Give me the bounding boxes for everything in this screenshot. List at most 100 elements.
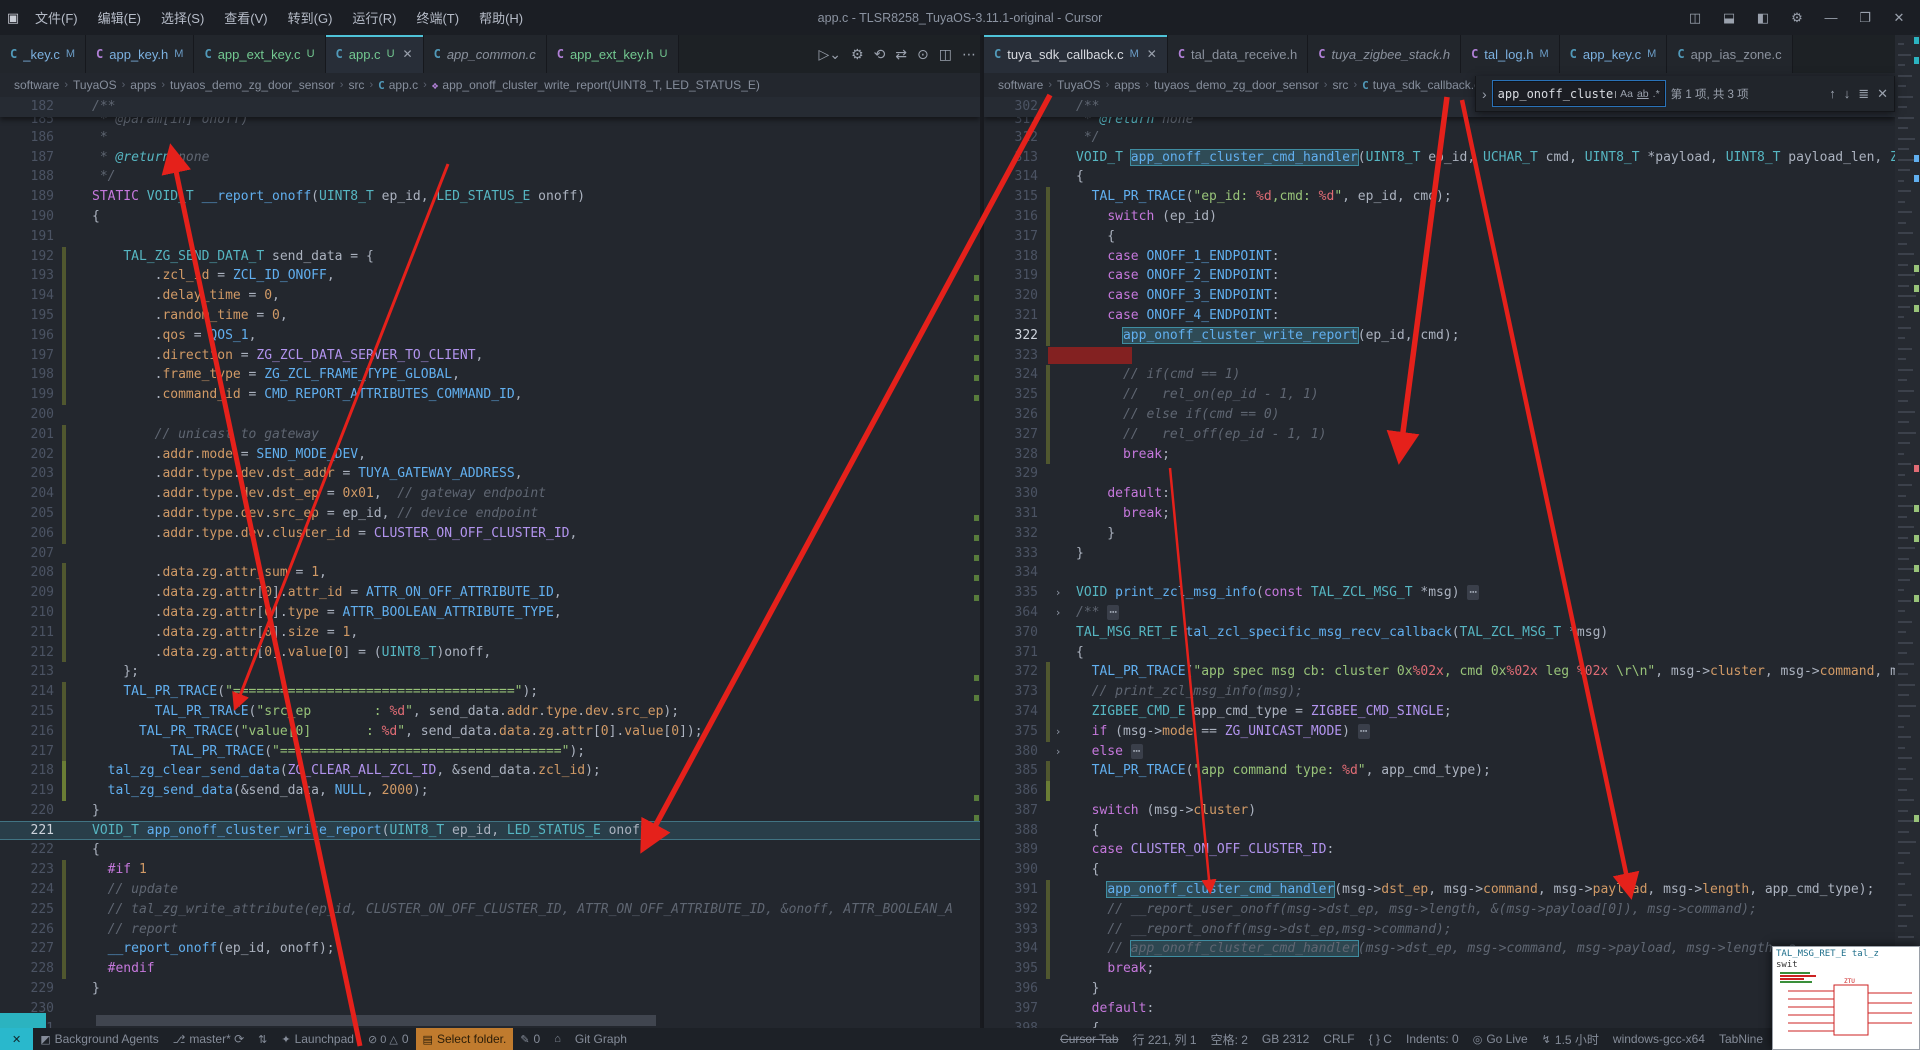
code-line-207[interactable]: 207 bbox=[0, 544, 980, 564]
previous-match-icon[interactable]: ↑ bbox=[1829, 86, 1836, 102]
code-line-226[interactable]: 226 // report bbox=[0, 919, 980, 940]
code-line-208[interactable]: 208 .data.zg.attr_sum = 1, bbox=[0, 563, 980, 584]
code-line-195[interactable]: 195 .random_time = 0, bbox=[0, 305, 980, 326]
status-item-indents-0[interactable]: Indents: 0 bbox=[1399, 1028, 1466, 1050]
code-line-218[interactable]: 218 tal_zg_clear_send_data(ZG_CLEAR_ALL_… bbox=[0, 761, 980, 782]
code-line-371[interactable]: 371 { bbox=[984, 643, 1895, 663]
code-line-316[interactable]: 316 switch (ep_id) bbox=[984, 206, 1895, 227]
code-line-191[interactable]: 191 bbox=[0, 227, 980, 247]
fold-chevron-icon[interactable]: › bbox=[1050, 742, 1066, 762]
code-line-332[interactable]: 332 } bbox=[984, 524, 1895, 544]
left-code-area[interactable]: 182/** 185 * @param[in] onoff) 186 * 187 * … bbox=[0, 97, 980, 1028]
code-line-330[interactable]: 330 default: bbox=[984, 484, 1895, 504]
code-line-389[interactable]: 389 case CLUSTER_ON_OFF_CLUSTER_ID: bbox=[984, 840, 1895, 860]
code-line-215[interactable]: 215 TAL_PR_TRACE("src_ep : %d", send_dat… bbox=[0, 701, 980, 722]
tab-app_ext_key.h[interactable]: Capp_ext_key.h U bbox=[546, 35, 679, 73]
right-code-area[interactable]: 302/** 311 * @return none 312 */313 VOID_T … bbox=[984, 97, 1895, 1028]
code-line-318[interactable]: 318 case ONOFF_1_ENDPOINT: bbox=[984, 246, 1895, 267]
breadcrumb-item[interactable]: software bbox=[998, 78, 1043, 92]
window-control-icon[interactable]: ✕ bbox=[1884, 5, 1914, 31]
breadcrumb-item[interactable]: ❖ app_onoff_cluster_write_report(UINT8_T,… bbox=[432, 78, 760, 92]
status-item--2[interactable]: 空格: 2 bbox=[1204, 1028, 1255, 1050]
code-line-375[interactable]: 375 › if (msg->mode == ZG_UNICAST_MODE) ⋯ bbox=[984, 721, 1895, 742]
code-line-322[interactable]: 322 app_onoff_cluster_write_report(ep_id… bbox=[984, 325, 1895, 346]
editor-action-icon[interactable]: ⚙ bbox=[851, 46, 864, 63]
next-match-icon[interactable]: ↓ bbox=[1844, 86, 1851, 102]
code-line-228[interactable]: 228 #endif bbox=[0, 959, 980, 980]
status-item-cursor-tab[interactable]: Cursor Tab bbox=[1053, 1028, 1125, 1050]
code-line-213[interactable]: 213 }; bbox=[0, 662, 980, 682]
code-line-329[interactable]: 329 bbox=[984, 464, 1895, 484]
status-item-select-folder-[interactable]: ▤ Select folder. bbox=[415, 1028, 514, 1050]
window-control-icon[interactable]: ⬓ bbox=[1714, 5, 1744, 31]
menu-item[interactable]: 编辑(E) bbox=[89, 5, 150, 30]
fold-chevron-icon[interactable]: › bbox=[1050, 722, 1066, 742]
regex-icon[interactable]: .* bbox=[1653, 88, 1660, 100]
code-line-210[interactable]: 210 .data.zg.attr[0].type = ATTR_BOOLEAN… bbox=[0, 602, 980, 623]
code-line-390[interactable]: 390 { bbox=[984, 860, 1895, 880]
breadcrumb-item[interactable]: src bbox=[1332, 78, 1348, 92]
tab-tuya_zigbee_stack.h[interactable]: Ctuya_zigbee_stack.h bbox=[1308, 35, 1462, 73]
status-item-0[interactable]: ✎ 0 bbox=[513, 1028, 547, 1050]
code-line-311[interactable]: 311 * @return none bbox=[984, 117, 1895, 128]
status-item-master-[interactable]: ⎇ master* ⟳ bbox=[166, 1028, 251, 1050]
code-line-221[interactable]: 221 VOID_T app_onoff_cluster_write_report… bbox=[0, 820, 980, 841]
breadcrumb-item[interactable]: tuyaos_demo_zg_door_sensor bbox=[1154, 78, 1319, 92]
code-line-192[interactable]: 192 TAL_ZG_SEND_DATA_T send_data = { bbox=[0, 246, 980, 267]
picture-in-picture-window[interactable]: TAL_MSG_RET_E tal_z swit ZTU bbox=[1772, 946, 1920, 1050]
code-line-325[interactable]: 325 // rel_on(ep_id - 1, 1) bbox=[984, 385, 1895, 405]
code-line-194[interactable]: 194 .delay_time = 0, bbox=[0, 286, 980, 306]
code-line-387[interactable]: 387 switch (msg->cluster) bbox=[984, 801, 1895, 821]
status-item-windows-gcc-x64[interactable]: windows-gcc-x64 bbox=[1606, 1028, 1712, 1050]
code-line-320[interactable]: 320 case ONOFF_3_ENDPOINT: bbox=[984, 286, 1895, 306]
tab-app_ext_key.c[interactable]: Capp_ext_key.c U bbox=[194, 35, 326, 73]
code-line-395[interactable]: 395 break; bbox=[984, 959, 1895, 980]
code-line-397[interactable]: 397 default: bbox=[984, 999, 1895, 1019]
code-line-188[interactable]: 188 */ bbox=[0, 167, 980, 187]
code-line-313[interactable]: 313 VOID_T app_onoff_cluster_cmd_handler(… bbox=[984, 148, 1895, 168]
breadcrumb-item[interactable]: Ctuya_sdk_callback.c bbox=[1362, 78, 1480, 92]
breadcrumb-item[interactable]: src bbox=[348, 78, 364, 92]
breadcrumb-item[interactable]: software bbox=[14, 78, 59, 92]
find-input-box[interactable]: Aa ab .* bbox=[1491, 80, 1666, 107]
status-item--221-1[interactable]: 行 221, 列 1 bbox=[1126, 1028, 1204, 1050]
code-line-370[interactable]: 370 TAL_MSG_RET_E tal_zcl_specific_msg_re… bbox=[984, 623, 1895, 643]
code-line-217[interactable]: 217 TAL_PR_TRACE("======================… bbox=[0, 741, 980, 762]
window-control-icon[interactable]: ◫ bbox=[1680, 5, 1710, 31]
window-control-icon[interactable]: — bbox=[1816, 5, 1846, 31]
code-line-211[interactable]: 211 .data.zg.attr[0].size = 1, bbox=[0, 622, 980, 643]
editor-action-icon[interactable]: ⊙ bbox=[917, 46, 929, 63]
code-line-335[interactable]: 335 › VOID print_zcl_msg_info(const TAL_ZC… bbox=[984, 583, 1895, 603]
code-line-398[interactable]: 398 { bbox=[984, 1019, 1895, 1028]
code-line-319[interactable]: 319 case ONOFF_2_ENDPOINT: bbox=[984, 266, 1895, 287]
code-line-327[interactable]: 327 // rel_off(ep_id - 1, 1) bbox=[984, 424, 1895, 445]
code-line-190[interactable]: 190 { bbox=[0, 207, 980, 227]
code-line-222[interactable]: 222 { bbox=[0, 840, 980, 860]
code-line-205[interactable]: 205 .addr.type.dev.src_ep = ep_id, // de… bbox=[0, 503, 980, 524]
window-control-icon[interactable]: ⚙ bbox=[1782, 5, 1812, 31]
status-item--[interactable]: ✕ bbox=[0, 1028, 34, 1050]
left-breadcrumb[interactable]: software › TuyaOS › apps › tuyaos_demo_zg_door… bbox=[0, 73, 980, 97]
window-control-icon[interactable]: ◧ bbox=[1748, 5, 1778, 31]
code-line-328[interactable]: 328 break; bbox=[984, 444, 1895, 465]
code-line-186[interactable]: 186 * bbox=[0, 128, 980, 148]
code-line-364[interactable]: 364 › /** ⋯ bbox=[984, 603, 1895, 623]
status-item-1-5-[interactable]: ↯ 1.5 小时 bbox=[1535, 1028, 1606, 1050]
close-icon[interactable]: ✕ bbox=[403, 47, 413, 61]
status-item-launchpad[interactable]: ✦ Launchpad bbox=[274, 1028, 361, 1050]
code-line-201[interactable]: 201 // unicast to gateway bbox=[0, 424, 980, 445]
code-line-380[interactable]: 380 › else ⋯ bbox=[984, 742, 1895, 762]
menu-item[interactable]: 选择(S) bbox=[152, 5, 213, 30]
code-line-392[interactable]: 392 // __report_user_onoff(msg->dst_ep, … bbox=[984, 899, 1895, 920]
code-line-321[interactable]: 321 case ONOFF_4_ENDPOINT: bbox=[984, 305, 1895, 326]
menu-item[interactable]: 文件(F) bbox=[26, 5, 87, 30]
code-line-324[interactable]: 324 // if(cmd == 1) bbox=[984, 365, 1895, 386]
find-input[interactable] bbox=[1497, 86, 1617, 101]
code-line-391[interactable]: 391 app_onoff_cluster_cmd_handler(msg->d… bbox=[984, 880, 1895, 900]
code-line-312[interactable]: 312 */ bbox=[984, 128, 1895, 148]
find-in-selection-icon[interactable]: ≣ bbox=[1858, 86, 1869, 102]
code-line-333[interactable]: 333} bbox=[984, 544, 1895, 564]
status-item-git-graph[interactable]: Git Graph bbox=[568, 1028, 634, 1050]
status-item-crlf[interactable]: CRLF bbox=[1316, 1028, 1361, 1050]
code-line-209[interactable]: 209 .data.zg.attr[0].attr_id = ATTR_ON_O… bbox=[0, 583, 980, 603]
